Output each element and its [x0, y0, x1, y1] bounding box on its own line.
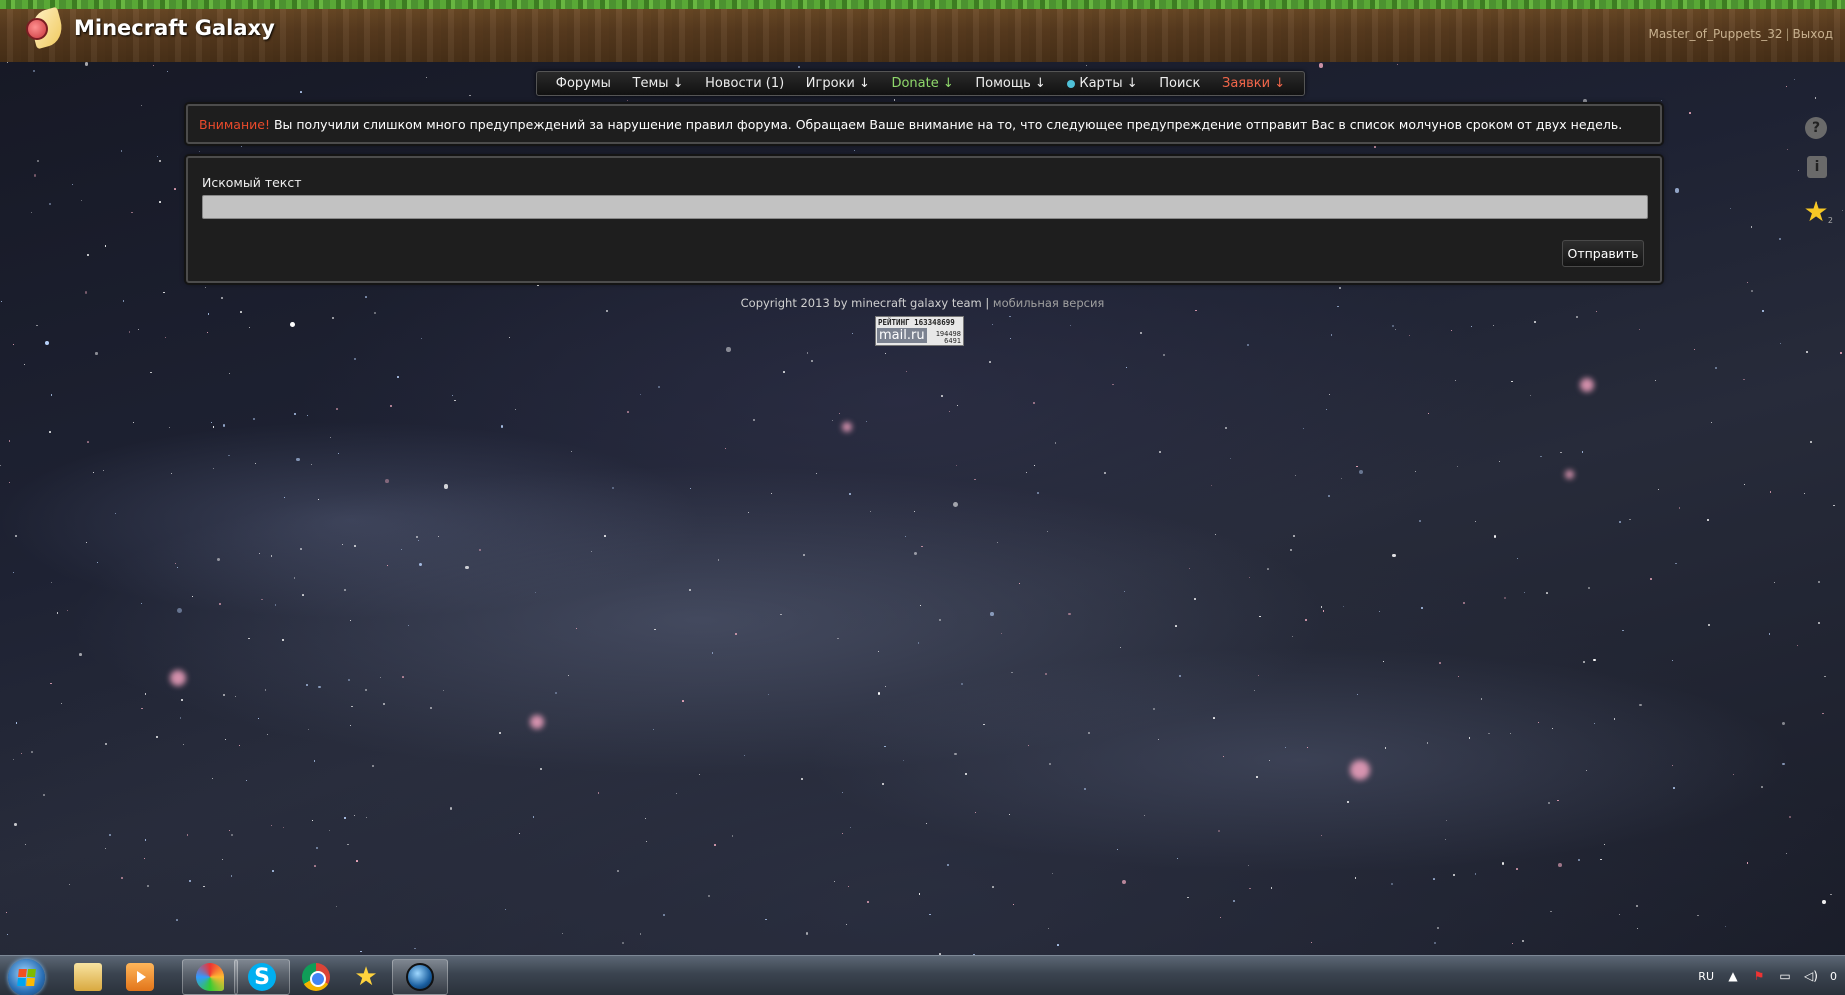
favorites-star-icon[interactable]: ★ [1803, 195, 1829, 228]
mobile-version-link[interactable]: мобильная версия [993, 296, 1104, 310]
search-form: Искомый текст Отправить [186, 156, 1662, 283]
warning-prefix: Внимание! [199, 117, 270, 132]
site-title[interactable]: Minecraft Galaxy [74, 16, 275, 40]
volume-icon[interactable]: ◁) [1804, 969, 1818, 983]
skype-icon: S [248, 963, 276, 991]
nav-item-8[interactable]: Заявки ↓ [1222, 76, 1285, 91]
counter-value-2: 6491 [944, 337, 961, 345]
nav-item-4[interactable]: Donate ↓ [891, 76, 953, 91]
footer: Copyright 2013 by minecraft galaxy team … [0, 296, 1845, 310]
star-app-icon: ★ [354, 962, 378, 992]
submit-button[interactable]: Отправить [1562, 240, 1644, 267]
nav-item-6[interactable]: Карты ↓ [1067, 76, 1138, 91]
media-player-icon [126, 963, 154, 991]
warning-text: Внимание! Вы получили слишком много пред… [199, 117, 1622, 132]
system-tray: RU ▲ ⚑ ▭ ◁) 0 [1698, 956, 1845, 995]
counter-brand: mail.ru [877, 328, 927, 343]
user-area: Master_of_Puppets_32 | Выход [1648, 27, 1833, 41]
site-header: Minecraft Galaxy Master_of_Puppets_32 | Вы… [0, 0, 1845, 62]
nav-item-label: Форумы [555, 76, 611, 91]
counter-rating: РЕЙТИНГ 163348699 [878, 318, 955, 327]
nav-item-1[interactable]: Темы ↓ [633, 76, 684, 91]
taskbar-app-star-app[interactable]: ★ [338, 959, 394, 995]
search-input[interactable] [202, 195, 1648, 219]
nav-item-2[interactable]: Новости (1) [705, 76, 784, 91]
taskbar-app-globe[interactable] [392, 959, 448, 995]
copyright-text: Copyright 2013 by minecraft galaxy team [740, 296, 982, 310]
warning-panel: Внимание! Вы получили слишком много пред… [186, 104, 1662, 144]
globe-icon [406, 963, 434, 991]
network-icon[interactable]: ▭ [1778, 969, 1792, 983]
site-logo[interactable]: Minecraft Galaxy [22, 6, 275, 50]
taskbar-app-folder[interactable] [60, 959, 116, 995]
folder-icon [74, 963, 102, 991]
nav-item-label: Новости (1) [705, 76, 785, 91]
search-label: Искомый текст [202, 175, 302, 190]
logo-icon [22, 6, 67, 50]
footer-separator: | [981, 296, 993, 310]
language-indicator[interactable]: RU [1698, 970, 1714, 983]
nav-item-7[interactable]: Поиск [1159, 76, 1200, 91]
username-link[interactable]: Master_of_Puppets_32 [1648, 27, 1782, 41]
nav-item-label: Заявки ↓ [1222, 76, 1286, 91]
windows-taskbar: S ★ RU ▲ ⚑ ▭ ◁) 0 [0, 955, 1845, 995]
favorites-count: 2 [1827, 216, 1833, 225]
nav-item-label: Карты ↓ [1079, 76, 1138, 91]
start-button[interactable] [8, 959, 45, 995]
help-icon[interactable]: ? [1805, 117, 1827, 139]
nav-item-label: Поиск [1159, 76, 1201, 91]
main-nav: Форумы Темы ↓ Новости (1) Игроки ↓ Donate ↓ П… [536, 71, 1305, 96]
taskbar-app-paint[interactable] [182, 959, 238, 995]
windows-logo-icon [17, 969, 36, 986]
nav-item-label: Помощь ↓ [975, 76, 1046, 91]
mailru-rating-counter[interactable]: РЕЙТИНГ 163348699 mail.ru 194498 6491 [875, 316, 964, 346]
map-status-dot-icon [1067, 79, 1076, 88]
taskbar-app-skype[interactable]: S [234, 959, 290, 995]
logout-link[interactable]: Выход [1793, 27, 1833, 41]
clock[interactable]: 0 [1830, 970, 1837, 983]
action-center-flag-icon[interactable]: ⚑ [1752, 969, 1766, 983]
taskbar-app-media-player[interactable] [112, 959, 168, 995]
taskbar-app-chrome[interactable] [288, 959, 344, 995]
warning-message: Вы получили слишком много предупреждений… [269, 117, 1623, 132]
nav-item-label: Игроки ↓ [805, 76, 870, 91]
info-icon[interactable]: i [1807, 156, 1827, 178]
nav-item-3[interactable]: Игроки ↓ [806, 76, 870, 91]
user-separator: | [1785, 27, 1790, 41]
nav-item-label: Темы ↓ [632, 76, 684, 91]
nav-item-0[interactable]: Форумы [556, 76, 611, 91]
chrome-icon [302, 963, 330, 991]
nav-item-5[interactable]: Помощь ↓ [975, 76, 1045, 91]
nav-item-label: Donate ↓ [891, 76, 954, 91]
tray-expand-icon[interactable]: ▲ [1726, 969, 1740, 983]
paint-icon [196, 963, 224, 991]
